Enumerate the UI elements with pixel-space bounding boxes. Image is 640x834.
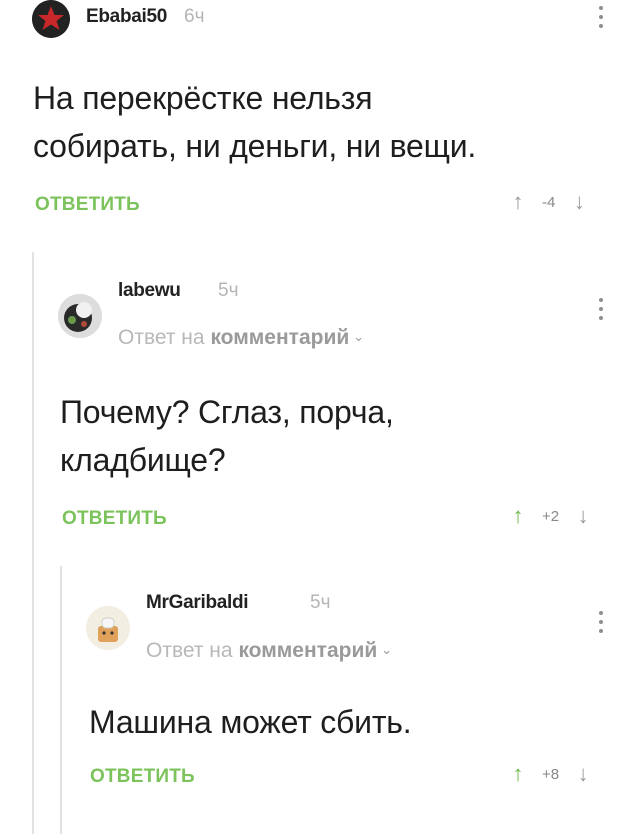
comment-time: 5ч xyxy=(218,280,239,301)
reply-to-link[interactable]: комментарий xyxy=(210,326,349,349)
reply-button[interactable]: ОТВЕТИТЬ xyxy=(62,508,167,530)
avatar[interactable] xyxy=(32,0,70,38)
comment-text-line: На перекрёстке нельзя xyxy=(33,80,373,116)
reply-button[interactable]: ОТВЕТИТЬ xyxy=(90,766,195,788)
thread-indent-line xyxy=(32,252,34,834)
comment-text-line: собирать, ни деньги, ни вещи. xyxy=(33,128,477,164)
vote-controls: ↑ -4 ↓ xyxy=(508,191,589,213)
downvote-arrow-icon[interactable]: ↓ xyxy=(569,191,589,213)
comment-score: +2 xyxy=(542,507,560,525)
reply-to-reference[interactable]: Ответ на комментарий ⌄ xyxy=(118,326,364,350)
comment-score: +8 xyxy=(542,765,560,783)
reply-to-prefix: Ответ на xyxy=(118,326,205,349)
comment-text: На перекрёстке нельзя собирать, ни деньг… xyxy=(33,74,476,170)
author-name[interactable]: Ebabai50 xyxy=(86,6,167,28)
reply-to-reference[interactable]: Ответ на комментарий ⌄ xyxy=(146,639,392,663)
comment-time: 6ч xyxy=(184,6,205,27)
vote-controls: ↑ +8 ↓ xyxy=(508,763,593,785)
comment-text-line: Машина может сбить. xyxy=(89,704,412,740)
upvote-arrow-icon[interactable]: ↑ xyxy=(508,763,528,785)
more-options-icon[interactable] xyxy=(597,6,605,28)
author-name[interactable]: MrGaribaldi xyxy=(146,592,249,614)
chevron-down-icon[interactable]: ⌄ xyxy=(353,329,364,344)
red-star-avatar-icon xyxy=(32,0,70,38)
downvote-arrow-icon[interactable]: ↓ xyxy=(573,505,593,527)
cartoon-avatar-icon xyxy=(86,606,130,650)
avatar[interactable] xyxy=(86,606,130,650)
upvote-arrow-icon[interactable]: ↑ xyxy=(508,191,528,213)
reply-to-link[interactable]: комментарий xyxy=(238,639,377,662)
comment-text-line: кладбище? xyxy=(60,442,226,478)
downvote-arrow-icon[interactable]: ↓ xyxy=(573,763,593,785)
more-options-icon[interactable] xyxy=(597,298,605,320)
reply-to-prefix: Ответ на xyxy=(146,639,233,662)
thread-indent-line xyxy=(60,566,62,834)
comment-text: Почему? Сглаз, порча, кладбище? xyxy=(60,388,394,484)
chevron-down-icon[interactable]: ⌄ xyxy=(381,642,392,657)
author-name[interactable]: labewu xyxy=(118,280,181,302)
comment-text-line: Почему? Сглаз, порча, xyxy=(60,394,394,430)
comment-score: -4 xyxy=(542,193,556,211)
reply-button[interactable]: ОТВЕТИТЬ xyxy=(35,194,140,216)
avatar[interactable] xyxy=(58,294,102,338)
more-options-icon[interactable] xyxy=(597,611,605,633)
user-photo-avatar-icon xyxy=(58,294,102,338)
comment-time: 5ч xyxy=(310,592,331,613)
upvote-arrow-icon[interactable]: ↑ xyxy=(508,505,528,527)
vote-controls: ↑ +2 ↓ xyxy=(508,505,593,527)
comment-text: Машина может сбить. xyxy=(89,698,412,746)
